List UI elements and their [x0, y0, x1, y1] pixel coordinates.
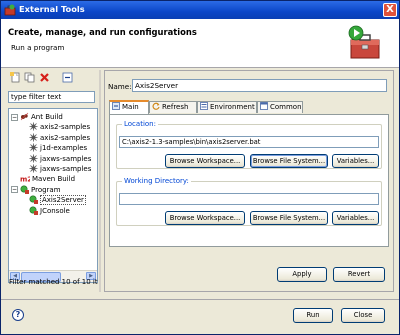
ant-build-icon	[20, 112, 29, 121]
new-configuration-icon[interactable]	[10, 72, 21, 83]
tree-item[interactable]: JConsole	[29, 206, 70, 216]
location-group: Location: C:\axis2-1.3-samples\bin\axis2…	[116, 120, 382, 169]
toolbox-run-icon	[348, 25, 380, 59]
working-directory-field[interactable]	[119, 193, 379, 205]
svg-text:m2: m2	[20, 176, 30, 184]
filter-status: Filter matched 10 of 10 it	[9, 278, 98, 286]
workdir-browse-workspace-button[interactable]: Browse Workspace...	[165, 211, 245, 225]
filter-input[interactable]: type filter text	[8, 91, 95, 103]
delete-icon[interactable]	[39, 72, 50, 83]
workdir-variables-button[interactable]: Variables...	[332, 211, 379, 225]
location-browse-workspace-button[interactable]: Browse Workspace...	[165, 154, 245, 168]
close-window-button[interactable]: X	[383, 3, 397, 17]
configuration-editor: Name: Axis2Server Main Refresh Environme…	[104, 70, 394, 292]
external-tools-dialog: External Tools X Create, manage, and run…	[0, 0, 400, 335]
program-config-icon	[29, 206, 38, 215]
title-bar[interactable]: External Tools X	[1, 1, 399, 19]
tree-expander-icon[interactable]: −	[11, 186, 18, 194]
tree-item-label: JConsole	[40, 206, 70, 215]
tree-item-label: axis2-samples	[40, 133, 91, 142]
tree-item[interactable]: Program	[20, 185, 61, 195]
tab-main[interactable]: Main	[109, 100, 149, 114]
footer-divider	[1, 299, 399, 300]
dialog-header: Create, manage, and run configurations R…	[1, 19, 399, 68]
tab-main-label: Main	[122, 103, 139, 111]
environment-tab-icon	[200, 102, 208, 110]
location-variables-button[interactable]: Variables...	[332, 154, 379, 168]
tree-item-label: Ant Build	[31, 113, 63, 121]
name-field[interactable]: Axis2Server	[132, 79, 387, 92]
ant-config-icon	[29, 133, 38, 142]
tree-expander-icon[interactable]: −	[11, 113, 18, 121]
workdir-browse-file-system-button[interactable]: Browse File System...	[250, 211, 328, 225]
name-label: Name:	[108, 82, 132, 91]
tree-item[interactable]: axis2-samples	[29, 133, 90, 143]
tree-item-label: jaxws-samples	[40, 165, 92, 173]
run-button[interactable]: Run	[293, 308, 333, 323]
tab-refresh[interactable]: Refresh	[149, 101, 197, 113]
header-subheading: Run a program	[11, 43, 65, 52]
program-config-icon	[29, 195, 38, 205]
main-tab-panel: Location: C:\axis2-1.3-samples\bin\axis2…	[109, 114, 389, 247]
panel-sash[interactable]	[99, 70, 101, 292]
tree-item-label: Axis2Server	[40, 195, 86, 206]
main-tab-icon	[112, 102, 120, 110]
tree-item[interactable]: j1d-examples	[29, 143, 87, 153]
maven-icon: m2	[20, 176, 30, 184]
tab-environment-label: Environment	[210, 103, 255, 111]
list-toolbar	[7, 70, 99, 84]
header-heading: Create, manage, and run configurations	[8, 27, 197, 37]
tree-item[interactable]: m2Maven Build	[20, 174, 75, 184]
tree-item[interactable]: Ant Build	[20, 112, 63, 122]
tree-item[interactable]: axis2-samples	[29, 122, 90, 132]
tab-common[interactable]: Common	[257, 101, 303, 113]
close-icon: X	[386, 4, 394, 15]
tab-environment[interactable]: Environment	[197, 101, 257, 113]
program-icon	[20, 185, 29, 194]
tree-item-label: axis2-samples	[40, 123, 91, 132]
ant-config-icon	[29, 164, 38, 173]
configuration-tree[interactable]: − Ant Build axis2-samples axis2-samples j1d-…	[8, 108, 98, 283]
tree-item-label: Program	[31, 185, 61, 194]
collapse-all-icon[interactable]	[62, 72, 73, 83]
tab-common-label: Common	[270, 103, 302, 111]
external-tools-icon	[4, 4, 16, 16]
location-label: Location:	[122, 120, 158, 128]
window-title: External Tools	[19, 4, 85, 14]
tree-item-label: Maven Build	[32, 175, 76, 184]
ant-config-icon	[29, 122, 38, 131]
working-directory-label: Working Directory:	[122, 177, 191, 185]
refresh-tab-icon	[152, 102, 160, 110]
apply-button[interactable]: Apply	[277, 267, 327, 282]
tree-item[interactable]: jaxws-samples	[29, 164, 91, 174]
tab-refresh-label: Refresh	[162, 103, 189, 111]
tree-item-label: j1d-examples	[40, 144, 88, 153]
working-directory-group: Working Directory: Browse Workspace... B…	[116, 177, 382, 226]
duplicate-icon[interactable]	[24, 72, 35, 83]
tree-item-label: jaxws-samples	[40, 154, 92, 163]
close-button[interactable]: Close	[341, 308, 385, 323]
ant-config-icon	[29, 154, 38, 163]
location-browse-file-system-button[interactable]: Browse File System...	[250, 154, 328, 168]
tree-item[interactable]: jaxws-samples	[29, 154, 91, 164]
revert-button[interactable]: Revert	[333, 267, 385, 282]
configuration-list-panel: type filter text − Ant Build axis2-samples…	[7, 70, 99, 292]
help-icon[interactable]: ?	[12, 309, 24, 321]
ant-config-icon	[29, 143, 38, 152]
tree-item[interactable]: Axis2Server	[29, 195, 86, 206]
common-tab-icon	[260, 102, 268, 110]
location-field[interactable]: C:\axis2-1.3-samples\bin\axis2server.bat	[119, 136, 379, 148]
